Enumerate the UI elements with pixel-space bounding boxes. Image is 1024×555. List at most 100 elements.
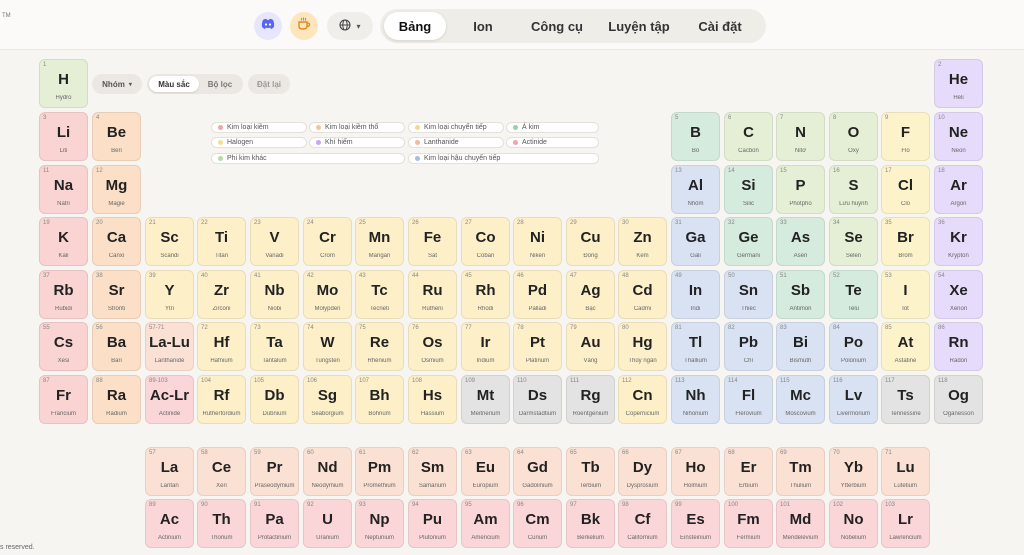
element-cell[interactable]: 105 Db Dubnium — [250, 375, 299, 424]
element-cell[interactable]: 52 Te Telu — [829, 270, 878, 319]
element-cell[interactable]: 96 Cm Curium — [513, 499, 562, 548]
element-cell[interactable]: 75 Re Rhenium — [355, 322, 404, 371]
language-selector[interactable]: ▾ — [327, 12, 373, 40]
element-cell[interactable]: 115 Mc Moscovium — [776, 375, 825, 424]
element-cell[interactable]: 106 Sg Seaborgium — [303, 375, 352, 424]
group-dropdown[interactable]: Nhóm ▾ — [92, 74, 142, 94]
element-cell[interactable]: 69 Tm Thulium — [776, 447, 825, 496]
legend-item[interactable]: Phi kim khác — [211, 153, 405, 164]
element-cell[interactable]: 87 Fr Francium — [39, 375, 88, 424]
element-cell[interactable]: 59 Pr Praseodymium — [250, 447, 299, 496]
element-cell[interactable]: 13 Al Nhôm — [671, 165, 720, 214]
element-cell[interactable]: 36 Kr Krypton — [934, 217, 983, 266]
element-cell[interactable]: 57-71 La-Lu Lanthanide — [145, 322, 194, 371]
element-cell[interactable]: 110 Ds Darmstadtium — [513, 375, 562, 424]
element-cell[interactable]: 97 Bk Berkelium — [566, 499, 615, 548]
element-cell[interactable]: 63 Eu Europium — [461, 447, 510, 496]
element-cell[interactable]: 72 Hf Hafnium — [197, 322, 246, 371]
element-cell[interactable]: 33 As Asen — [776, 217, 825, 266]
element-cell[interactable]: 7 N Nitơ — [776, 112, 825, 161]
element-cell[interactable]: 38 Sr Stronti — [92, 270, 141, 319]
element-cell[interactable]: 79 Au Vàng — [566, 322, 615, 371]
element-cell[interactable]: 76 Os Osmium — [408, 322, 457, 371]
element-cell[interactable]: 28 Ni Niken — [513, 217, 562, 266]
element-cell[interactable]: 104 Rf Rutherfordium — [197, 375, 246, 424]
element-cell[interactable]: 18 Ar Argon — [934, 165, 983, 214]
element-cell[interactable]: 35 Br Brom — [881, 217, 930, 266]
legend-item[interactable]: Khí hiếm — [309, 137, 405, 148]
element-cell[interactable]: 57 La Lantan — [145, 447, 194, 496]
element-cell[interactable]: 93 Np Neptunium — [355, 499, 404, 548]
element-cell[interactable]: 73 Ta Tantalum — [250, 322, 299, 371]
element-cell[interactable]: 30 Zn Kẽm — [618, 217, 667, 266]
element-cell[interactable]: 112 Cn Copernicium — [618, 375, 667, 424]
element-cell[interactable]: 92 U Uranium — [303, 499, 352, 548]
element-cell[interactable]: 117 Ts Tennessine — [881, 375, 930, 424]
element-cell[interactable]: 85 At Astatine — [881, 322, 930, 371]
element-cell[interactable]: 5 B Bo — [671, 112, 720, 161]
element-cell[interactable]: 58 Ce Xeri — [197, 447, 246, 496]
element-cell[interactable]: 64 Gd Gadolinium — [513, 447, 562, 496]
element-cell[interactable]: 116 Lv Livermorium — [829, 375, 878, 424]
element-cell[interactable]: 53 I Iot — [881, 270, 930, 319]
legend-item[interactable]: Kim loại chuyển tiếp — [408, 122, 504, 133]
element-cell[interactable]: 118 Og Oganesson — [934, 375, 983, 424]
element-cell[interactable]: 47 Ag Bạc — [566, 270, 615, 319]
element-cell[interactable]: 101 Md Mendelevium — [776, 499, 825, 548]
element-cell[interactable]: 32 Ge Germani — [724, 217, 773, 266]
tab-cai-dat[interactable]: Cài đặt — [684, 12, 756, 40]
tab-bang[interactable]: Bảng — [384, 12, 446, 40]
element-cell[interactable]: 108 Hs Hassium — [408, 375, 457, 424]
element-cell[interactable]: 89 Ac Actinium — [145, 499, 194, 548]
element-cell[interactable]: 43 Tc Tecneti — [355, 270, 404, 319]
element-cell[interactable]: 90 Th Thorium — [197, 499, 246, 548]
element-cell[interactable]: 41 Nb Niobi — [250, 270, 299, 319]
element-cell[interactable]: 29 Cu Đồng — [566, 217, 615, 266]
element-cell[interactable]: 27 Co Coban — [461, 217, 510, 266]
element-cell[interactable]: 40 Zr Zirconi — [197, 270, 246, 319]
element-cell[interactable]: 37 Rb Rubidi — [39, 270, 88, 319]
element-cell[interactable]: 39 Y Ytri — [145, 270, 194, 319]
element-cell[interactable]: 99 Es Einsteinium — [671, 499, 720, 548]
element-cell[interactable]: 61 Pm Promethium — [355, 447, 404, 496]
element-cell[interactable]: 102 No Nobelium — [829, 499, 878, 548]
element-cell[interactable]: 100 Fm Fermium — [724, 499, 773, 548]
tab-cong-cu[interactable]: Công cụ — [520, 12, 594, 40]
element-cell[interactable]: 9 F Flo — [881, 112, 930, 161]
element-cell[interactable]: 55 Cs Xesi — [39, 322, 88, 371]
legend-item[interactable]: Kim loại kiềm thổ — [309, 122, 405, 133]
element-cell[interactable]: 10 Ne Neon — [934, 112, 983, 161]
element-cell[interactable]: 51 Sb Antimon — [776, 270, 825, 319]
element-cell[interactable]: 50 Sn Thiếc — [724, 270, 773, 319]
element-cell[interactable]: 89-103 Ac-Lr Actinide — [145, 375, 194, 424]
element-cell[interactable]: 11 Na Natri — [39, 165, 88, 214]
element-cell[interactable]: 60 Nd Neodymium — [303, 447, 352, 496]
element-cell[interactable]: 113 Nh Nihonium — [671, 375, 720, 424]
element-cell[interactable]: 95 Am Americium — [461, 499, 510, 548]
element-cell[interactable]: 77 Ir Iridium — [461, 322, 510, 371]
legend-item[interactable]: Lanthanide — [408, 137, 504, 148]
element-cell[interactable]: 17 Cl Clo — [881, 165, 930, 214]
element-cell[interactable]: 21 Sc Scandi — [145, 217, 194, 266]
element-cell[interactable]: 91 Pa Protactinium — [250, 499, 299, 548]
element-cell[interactable]: 26 Fe Sắt — [408, 217, 457, 266]
element-cell[interactable]: 46 Pd Palladi — [513, 270, 562, 319]
element-cell[interactable]: 14 Si Silic — [724, 165, 773, 214]
element-cell[interactable]: 2 He Heli — [934, 59, 983, 108]
element-cell[interactable]: 70 Yb Ytterbium — [829, 447, 878, 496]
element-cell[interactable]: 31 Ga Gali — [671, 217, 720, 266]
element-cell[interactable]: 49 In Indi — [671, 270, 720, 319]
element-cell[interactable]: 82 Pb Chì — [724, 322, 773, 371]
element-cell[interactable]: 84 Po Polonium — [829, 322, 878, 371]
legend-item[interactable]: Actinide — [506, 137, 599, 148]
element-cell[interactable]: 68 Er Erbium — [724, 447, 773, 496]
element-cell[interactable]: 23 V Vanadi — [250, 217, 299, 266]
element-cell[interactable]: 20 Ca Canxi — [92, 217, 141, 266]
element-cell[interactable]: 107 Bh Bohrium — [355, 375, 404, 424]
element-cell[interactable]: 22 Ti Titan — [197, 217, 246, 266]
element-cell[interactable]: 111 Rg Roentgenium — [566, 375, 615, 424]
element-cell[interactable]: 65 Tb Terbium — [566, 447, 615, 496]
element-cell[interactable]: 62 Sm Samarium — [408, 447, 457, 496]
element-cell[interactable]: 67 Ho Holmium — [671, 447, 720, 496]
element-cell[interactable]: 34 Se Selen — [829, 217, 878, 266]
